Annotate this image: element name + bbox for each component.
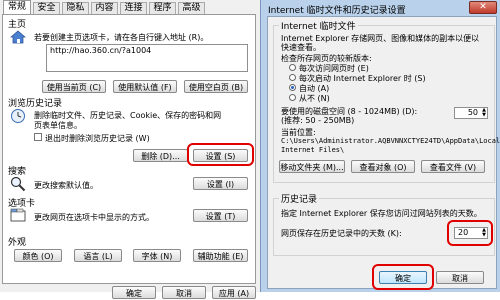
radio-every-start[interactable]	[289, 74, 296, 81]
tab-general[interactable]: 常规	[3, 0, 31, 14]
exit-delete-checkbox[interactable]	[34, 133, 42, 141]
view-files-button[interactable]: 查看文件 (V)	[421, 160, 485, 173]
options-ok-button[interactable]: 确定	[112, 286, 156, 299]
tabs-icon	[10, 208, 26, 222]
move-folder-button[interactable]: 移动文件夹 (M)...	[279, 160, 345, 173]
languages-button[interactable]: 语言 (L)	[74, 249, 122, 262]
options-apply-button[interactable]: 应用 (A)	[212, 286, 256, 299]
disk-space-spinner[interactable]: 50 ▲ ▼	[454, 107, 488, 119]
temp-files-desc-line2: 快速查看。	[281, 43, 321, 52]
radio-never-label: 从不 (N)	[299, 94, 330, 103]
search-desc: 更改搜索默认值。	[34, 181, 98, 190]
internet-options-dialog: 常规 安全 隐私 内容 连接 程序 高级 主页 若要创建主页选项卡，请在各自行键…	[0, 0, 260, 299]
tab-security[interactable]: 安全	[33, 2, 60, 14]
search-settings-button[interactable]: 设置 (I)	[193, 177, 248, 190]
homepage-url-field[interactable]: http://hao.360.cn/?a1004	[46, 44, 248, 72]
tab-connections[interactable]: 连接	[120, 2, 147, 14]
current-location-line1: C:\Users\Administrator.AQBVNNXCTYE24TD\A…	[281, 137, 500, 145]
settings-dialog-body: Internet 临时文件 Internet Explorer 存储网页、图像和…	[267, 16, 500, 290]
homepage-title: 主页	[8, 20, 27, 30]
tab-privacy[interactable]: 隐私	[62, 2, 89, 14]
search-icon	[10, 176, 26, 192]
close-button[interactable]: ✕	[469, 1, 497, 14]
options-cancel-button[interactable]: 取消	[162, 286, 206, 299]
highlight-history-days	[447, 220, 493, 246]
colors-button[interactable]: 颜色 (O)	[14, 249, 62, 262]
tab-programs[interactable]: 程序	[149, 2, 176, 14]
use-default-button[interactable]: 使用默认值 (F)	[113, 80, 177, 93]
highlight-settings-ok	[372, 264, 434, 290]
tab-content[interactable]: 内容	[91, 2, 118, 14]
view-objects-button[interactable]: 查看对象 (O)	[351, 160, 415, 173]
exit-delete-label: 退出时删除浏览历史记录 (W)	[45, 134, 150, 143]
tabs-settings-button[interactable]: 设置 (T)	[193, 209, 248, 222]
homepage-desc: 若要创建主页选项卡，请在各自行键入地址 (R)。	[34, 33, 209, 42]
highlight-history-settings	[187, 143, 254, 166]
spinner-arrows-icon[interactable]: ▲ ▼	[482, 108, 486, 118]
accessibility-button[interactable]: 辅助功能 (E)	[193, 249, 248, 262]
appearance-title: 外观	[8, 238, 27, 248]
disk-space-recommend: (推荐: 50 - 250MB)	[281, 116, 355, 125]
close-icon: ✕	[479, 2, 487, 12]
history-days-desc: 指定 Internet Explorer 保存您访问过网站列表的天数。	[281, 209, 482, 218]
history-days-label: 网页保存在历史记录中的天数 (K):	[281, 229, 402, 238]
history-desc-line2: 页表单信息。	[34, 121, 82, 130]
history-icon	[10, 108, 26, 124]
temp-files-title: Internet 临时文件	[279, 19, 358, 32]
fonts-button[interactable]: 字体 (N)	[133, 249, 181, 262]
tabs-group-desc: 更改网页在选项卡中显示的方式。	[34, 213, 154, 222]
history-days-title: 历史记录	[279, 192, 320, 205]
settings-dialog-title: Internet 临时文件和历史记录设置	[268, 6, 406, 16]
use-current-button[interactable]: 使用当前页 (C)	[42, 80, 106, 93]
tab-strip: 常规 安全 隐私 内容 连接 程序 高级	[0, 0, 256, 14]
use-blank-button[interactable]: 使用空白页 (B)	[184, 80, 248, 93]
radio-every-visit[interactable]	[289, 64, 296, 71]
radio-never[interactable]	[289, 94, 296, 101]
tab-advanced[interactable]: 高级	[178, 2, 205, 14]
disk-space-value: 50	[467, 108, 478, 117]
settings-cancel-button[interactable]: 取消	[436, 271, 484, 284]
radio-automatic[interactable]	[289, 84, 296, 91]
settings-dialog: Internet 临时文件和历史记录设置 ✕ Internet 临时文件 Int…	[260, 0, 500, 292]
current-location-line2: Internet Files\	[281, 146, 345, 154]
delete-history-button[interactable]: 删除 (D)...	[133, 149, 188, 162]
homepage-icon	[10, 30, 26, 44]
